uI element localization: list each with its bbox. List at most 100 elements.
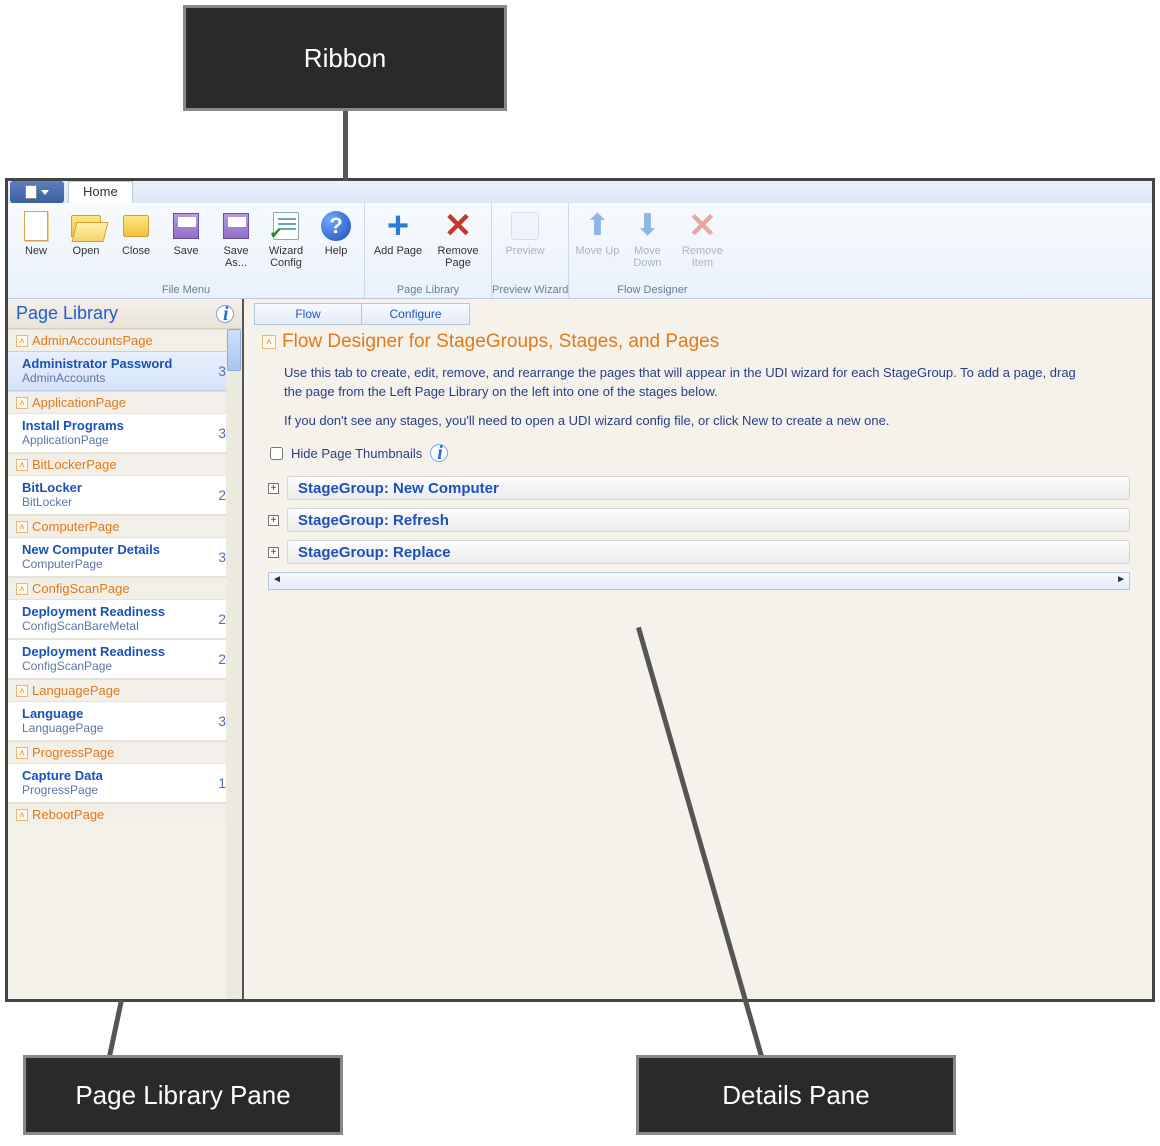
collapse-icon[interactable]: ˄ xyxy=(262,335,276,349)
expand-icon[interactable]: + xyxy=(268,515,279,526)
ribbon-group-pagelib: +Add Page ✕Remove Page Page Library xyxy=(365,203,492,298)
callout-line xyxy=(343,111,348,181)
page-library-group-header[interactable]: ˄ProgressPage xyxy=(8,741,242,763)
preview-button[interactable]: Preview xyxy=(496,207,554,257)
label: Move Up xyxy=(575,245,619,257)
stage-group-row: + StageGroup: New Computer xyxy=(268,476,1130,500)
save-as-icon xyxy=(219,209,253,243)
group-label: Preview Wizard xyxy=(492,284,568,298)
close-button[interactable]: Close xyxy=(112,207,160,257)
group-name: AdminAccountsPage xyxy=(32,333,153,348)
horizontal-scrollbar[interactable] xyxy=(268,572,1130,590)
group-label: Flow Designer xyxy=(569,284,735,298)
page-library-group-header[interactable]: ˄ AdminAccountsPage xyxy=(8,329,242,351)
save-button[interactable]: Save xyxy=(162,207,210,257)
stage-group-bar[interactable]: StageGroup: Replace xyxy=(287,540,1130,564)
new-button[interactable]: New xyxy=(12,207,60,257)
group-name: ProgressPage xyxy=(32,745,114,760)
item-title: Language xyxy=(22,706,103,721)
x-icon: ✕ xyxy=(685,209,719,243)
expand-icon[interactable]: + xyxy=(268,483,279,494)
stage-group-bar[interactable]: StageGroup: Refresh xyxy=(287,508,1130,532)
page-library-item[interactable]: Install ProgramsApplicationPage3 xyxy=(8,413,242,453)
info-icon[interactable] xyxy=(430,444,448,462)
chevron-icon: ˄ xyxy=(16,335,28,347)
page-library-item[interactable]: Administrator PasswordAdminAccounts3 xyxy=(8,351,242,391)
page-library-group-header[interactable]: ˄ ComputerPage xyxy=(8,515,242,537)
scrollbar[interactable] xyxy=(226,329,242,999)
remove-item-button[interactable]: ✕Remove Item xyxy=(673,207,731,269)
add-page-button[interactable]: +Add Page xyxy=(369,207,427,257)
page-library-group-header[interactable]: ˄ApplicationPage xyxy=(8,391,242,413)
page-library-group-header[interactable]: ˄ConfigScanPage xyxy=(8,577,242,599)
chevron-icon: ˄ xyxy=(16,521,28,533)
help-button[interactable]: ? Help xyxy=(312,207,360,257)
item-subtitle: ComputerPage xyxy=(22,557,160,572)
item-title: Deployment Readiness xyxy=(22,644,165,659)
hide-thumbnails-checkbox[interactable] xyxy=(270,447,283,460)
label: Remove Item xyxy=(673,245,731,269)
new-icon xyxy=(19,209,53,243)
group-name: LanguagePage xyxy=(32,683,120,698)
item-subtitle: AdminAccounts xyxy=(22,371,172,386)
details-tabs: Flow Configure xyxy=(244,299,1152,325)
page-library-item[interactable]: New Computer DetailsComputerPage3 xyxy=(8,537,242,577)
help-icon: ? xyxy=(319,209,353,243)
app-menu-button[interactable] xyxy=(10,181,64,203)
page-library-item[interactable]: BitLockerBitLocker2 xyxy=(8,475,242,515)
open-button[interactable]: Open xyxy=(62,207,110,257)
page-library-group-header[interactable]: ˄LanguagePage xyxy=(8,679,242,701)
page-library-header: Page Library xyxy=(8,299,242,329)
tab-home[interactable]: Home xyxy=(68,181,133,203)
chevron-icon: ˄ xyxy=(16,397,28,409)
arrow-down-icon: ⬇ xyxy=(630,209,664,243)
group-label: Page Library xyxy=(365,284,491,298)
expand-icon[interactable]: + xyxy=(268,547,279,558)
item-title: Install Programs xyxy=(22,418,124,433)
dropdown-icon xyxy=(41,190,49,195)
page-library-item[interactable]: Capture DataProgressPage1 xyxy=(8,763,242,803)
wizard-config-button[interactable]: Wizard Config xyxy=(262,207,310,269)
info-icon[interactable] xyxy=(216,305,234,323)
stage-group-bar[interactable]: StageGroup: New Computer xyxy=(287,476,1130,500)
label: Help xyxy=(325,245,348,257)
callout-ribbon: Ribbon xyxy=(183,5,507,111)
label: Save As... xyxy=(212,245,260,269)
tab-flow[interactable]: Flow xyxy=(254,303,362,325)
label: Save xyxy=(173,245,198,257)
callout-details: Details Pane xyxy=(636,1055,956,1135)
move-up-button[interactable]: ⬆ Move Up xyxy=(573,207,621,257)
remove-page-button[interactable]: ✕Remove Page xyxy=(429,207,487,269)
arrow-up-icon: ⬆ xyxy=(580,209,614,243)
tab-configure[interactable]: Configure xyxy=(362,303,470,325)
label: Open xyxy=(73,245,100,257)
chevron-icon: ˄ xyxy=(16,459,28,471)
ribbon-group-preview: Preview Preview Wizard xyxy=(492,203,569,298)
page-library-group-header[interactable]: ˄ BitLockerPage xyxy=(8,453,242,475)
page-library-pane: Page Library ˄ AdminAccountsPage Administr… xyxy=(8,299,244,999)
label: Move Down xyxy=(623,245,671,269)
move-down-button[interactable]: ⬇Move Down xyxy=(623,207,671,269)
save-as-button[interactable]: Save As... xyxy=(212,207,260,269)
wizard-config-icon xyxy=(269,209,303,243)
hide-thumbnails-label: Hide Page Thumbnails xyxy=(291,446,422,461)
group-name: ComputerPage xyxy=(32,519,119,534)
open-folder-icon xyxy=(69,209,103,243)
group-name: RebootPage xyxy=(32,807,104,822)
section-desc-1: Use this tab to create, edit, remove, an… xyxy=(262,353,1092,409)
group-name: BitLockerPage xyxy=(32,457,117,472)
scrollbar-thumb[interactable] xyxy=(227,329,241,371)
item-subtitle: ProgressPage xyxy=(22,783,103,798)
preview-icon xyxy=(508,209,542,243)
page-library-item[interactable]: LanguageLanguagePage3 xyxy=(8,701,242,741)
page-library-item[interactable]: Deployment ReadinessConfigScanPage2 xyxy=(8,639,242,679)
stage-group-row: + StageGroup: Refresh xyxy=(268,508,1130,532)
page-library-item[interactable]: Deployment ReadinessConfigScanBareMetal2 xyxy=(8,599,242,639)
page-library-group-header[interactable]: ˄RebootPage xyxy=(8,803,242,825)
section-desc-2: If you don't see any stages, you'll need… xyxy=(262,409,1092,438)
app-window: Home New Open Close Save Save As... Wiza… xyxy=(5,178,1155,1002)
plus-icon: + xyxy=(381,209,415,243)
ribbon-group-file: New Open Close Save Save As... Wizard Co… xyxy=(8,203,365,298)
callout-pagelib: Page Library Pane xyxy=(23,1055,343,1135)
titlebar: Home xyxy=(8,181,1152,203)
